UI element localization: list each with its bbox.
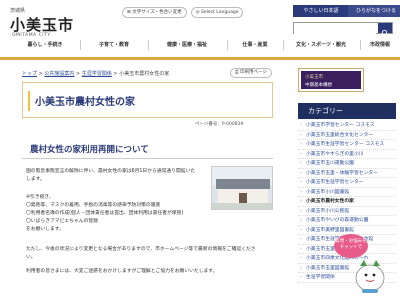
category-item[interactable]: 小美玉市やすらぎの里小川 <box>298 150 396 159</box>
breadcrumb-separator: > <box>113 71 118 77</box>
nav-divider <box>227 40 228 50</box>
nav-item-childcare[interactable]: 子育て・教育 <box>88 34 140 56</box>
nav-divider <box>148 40 149 50</box>
nav-divider <box>360 40 361 50</box>
facility-photo <box>211 166 273 210</box>
category-item[interactable]: 小美玉市やいびの森運動公園 <box>298 216 396 226</box>
breadcrumb: トップ > 公共施設案内 > 生涯学習関係 > 小美玉市農村女性の家 <box>22 70 169 77</box>
nav-divider <box>283 40 284 50</box>
utility-links: ⊞ 文字サイズ・色合い変更 ◎ Select Language <box>122 7 244 18</box>
category-item[interactable]: 小美玉市玉里総合文化センター <box>298 131 396 140</box>
photo-roof <box>216 179 270 189</box>
paragraph: 国の緊急事態宣言の解除に伴い、農村女性の家は6月1日から通常通り開館いた <box>26 169 196 174</box>
page-title: 小美玉市農村女性の家 <box>35 97 135 108</box>
banner-line-2: 中期基本構想 <box>305 83 332 88</box>
paragraph: をお願いします。 <box>26 227 64 232</box>
category-item[interactable]: 小美玉市玉川運動公園 <box>298 159 396 169</box>
paragraph: 利用者の皆さまには、大変ご迷惑をおかけしますがご理解とご協力をお願いいたします。 <box>26 269 218 274</box>
search-button[interactable] <box>378 23 392 37</box>
language-label: Select Language <box>200 10 239 15</box>
paragraph: 〇いばらきアマビエちゃんの登録 <box>26 219 98 224</box>
text-size-button[interactable]: ⊞ 文字サイズ・色合い変更 <box>122 7 187 18</box>
section-heading: 農村女性の家利用再開について <box>30 145 149 155</box>
nav-item-city-info[interactable]: 市政情報 <box>362 34 398 56</box>
category-item[interactable]: 小美玉市小川図書館 <box>298 188 396 197</box>
prefecture-label: 茨城県 <box>10 8 26 14</box>
breadcrumb-facilities[interactable]: 公共施設案内 <box>44 71 74 77</box>
title-accent-bar <box>28 91 30 111</box>
print-label: 印刷用ページ <box>240 70 267 75</box>
paragraph: ただし、今後の状況により変更となる場合がありますので、市ホームページ等で最新の情… <box>26 247 256 252</box>
page-title-box: 小美玉市農村女性の家 <box>22 82 273 118</box>
language-button[interactable]: ◎ Select Language <box>190 7 244 18</box>
category-item-current[interactable]: 小美玉市農村女性の家 <box>298 197 396 207</box>
breadcrumb-separator: > <box>76 71 81 77</box>
nav-item-culture[interactable]: 文化・スポーツ・観光 <box>285 34 357 56</box>
nav-item-work[interactable]: 仕事・産業 <box>230 34 280 56</box>
banner-inner: 小美玉市 中期基本構想 <box>301 71 361 89</box>
paragraph: 〇利用者名簿の作成(個人・団体責任者は提出、団体利用は責任者が保管) <box>26 211 184 216</box>
main-nav: 暮らし・手続き 子育て・教育 健康・医療・福祉 仕事・産業 文化・スポーツ・観光… <box>0 34 400 56</box>
chat-bubble[interactable]: 質問・お悩みをチャットで <box>334 234 368 258</box>
category-heading: カテゴリー <box>298 103 396 119</box>
breadcrumb-top[interactable]: トップ <box>22 71 37 77</box>
text-size-label: 文字サイズ・色合い変更 <box>132 10 182 15</box>
breadcrumb-separator: > <box>38 71 43 77</box>
section-heading-box: 農村女性の家利用再開について <box>22 135 273 159</box>
print-button[interactable]: ⎙ 印刷用ページ <box>230 68 272 78</box>
category-item[interactable]: 小美玉市学習センター コスモス <box>298 121 396 131</box>
paragraph: ※引き続き、 <box>26 195 54 200</box>
category-item[interactable]: 小美玉市玉里・体験学習センター <box>298 169 396 178</box>
plan-banner[interactable]: 小美玉市 中期基本構想 <box>298 68 364 92</box>
breadcrumb-current: 小美玉市農村女性の家 <box>119 71 170 77</box>
paragraph: します。 <box>26 177 45 182</box>
nav-item-living[interactable]: 暮らし・手続き <box>15 34 75 56</box>
photo-door <box>239 193 247 203</box>
breadcrumb-lifelong-learning[interactable]: 生涯学習関係 <box>82 71 112 77</box>
category-item[interactable]: 小美玉市生涯学習センター <box>298 178 396 188</box>
banner-line-1: 小美玉市 <box>305 75 323 80</box>
city-logo[interactable]: 小美玉市 <box>10 14 74 35</box>
category-item[interactable]: 小美玉市小川公民館 <box>298 207 396 216</box>
paragraph: 〇発熱等、マスクの着用、手指の消毒等の感染予防対策の徹底 <box>26 203 161 208</box>
paragraph: い。 <box>26 255 36 260</box>
hiragana-button[interactable]: ひらがなをつける <box>348 5 400 17</box>
nav-accent-line <box>0 57 400 60</box>
nav-divider <box>80 40 81 50</box>
category-item[interactable]: 小美玉市生涯学習センター コスモス <box>298 140 396 150</box>
nav-item-health[interactable]: 健康・医療・福祉 <box>152 34 222 56</box>
easy-japanese-button[interactable]: やさしい日本語 <box>293 5 349 17</box>
photo-ground <box>212 203 272 209</box>
search-box <box>293 22 393 42</box>
page-id: ページ番号：P-000839 <box>195 122 244 127</box>
